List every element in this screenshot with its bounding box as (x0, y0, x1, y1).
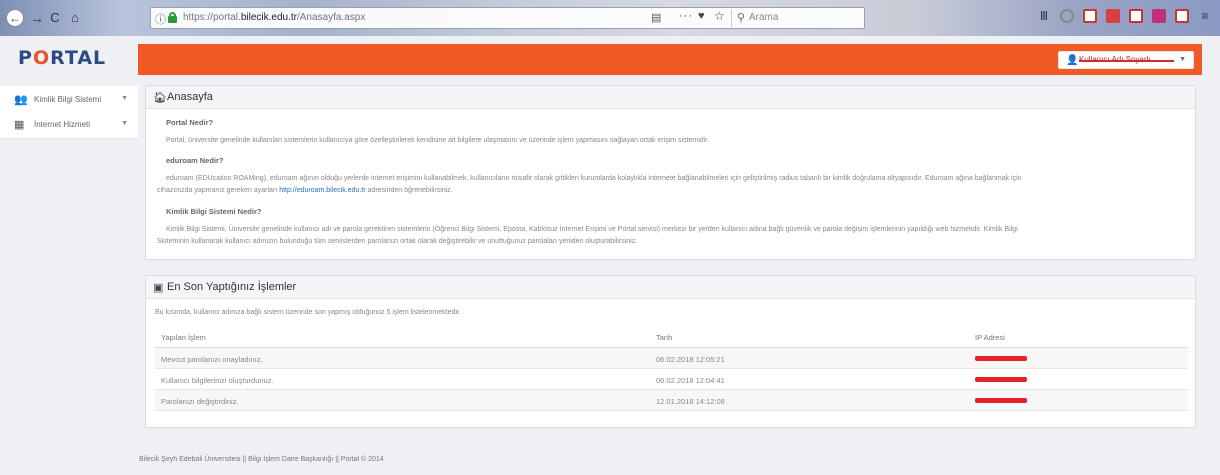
panel-description: Bu kısımda, kullanıcı adınıza bağlı sist… (155, 309, 461, 316)
bookmark-star-icon[interactable]: ☆ (714, 9, 725, 23)
chevron-down-icon: ▼ (121, 95, 128, 102)
table-row: Kullanıcı bilgilerinizi oluşturdunuz. 06… (155, 369, 1188, 390)
user-icon: 👤 (1066, 55, 1079, 66)
network-icon: ▦ (14, 119, 25, 131)
lock-icon (168, 12, 177, 23)
home-icon[interactable]: ⌂ (66, 9, 84, 27)
sync-icon[interactable] (1060, 9, 1074, 23)
column-header: Yapılan İşlem (161, 333, 206, 342)
chevron-down-icon: ▼ (1179, 56, 1186, 63)
user-name: Kullanıcı Adı Soyadı (1079, 55, 1174, 65)
user-menu-button[interactable]: 👤 Kullanıcı Adı Soyadı ▼ (1058, 51, 1194, 69)
action-cell: Parolanızı değiştirdiniz. (161, 397, 239, 406)
screenshot-icon[interactable] (1083, 9, 1097, 23)
portal-logo[interactable]: PORTAL (18, 47, 106, 69)
extension-icon[interactable] (1175, 9, 1189, 23)
chart-icon: ▣ (153, 282, 164, 294)
ip-redaction (975, 377, 1027, 382)
pocket-icon[interactable]: ♥ (698, 10, 705, 22)
forward-icon[interactable]: → (28, 9, 46, 27)
home-panel: 🏠︎ Anasayfa Portal Nedir? Portal, üniver… (145, 85, 1196, 260)
footer-text: Bilecik Şeyh Edebali Üniversitesi || Bil… (139, 456, 384, 463)
section-heading: Portal Nedir? (166, 118, 214, 127)
action-cell: Mevcut parolanızı onayladınız. (161, 355, 263, 364)
address-bar[interactable]: ⓘ https://portal.bilecik.edu.tr/Anasayfa… (150, 7, 865, 29)
extension-icon[interactable] (1129, 9, 1143, 23)
reload-icon[interactable]: C (46, 9, 64, 27)
panel-title: En Son Yaptığınız İşlemler (167, 281, 297, 293)
recent-actions-table: Yapılan İşlem Tarih IP Adresi Mevcut par… (155, 326, 1188, 411)
chevron-down-icon: ▼ (121, 120, 128, 127)
section-text: Portal, üniversite genelinde kullanılan … (166, 137, 710, 144)
users-icon: 👥 (14, 94, 28, 106)
library-icon[interactable]: Ⅲ (1037, 9, 1051, 23)
date-cell: 06.02.2018 12:05:21 (656, 355, 725, 364)
page-actions-icon[interactable]: ··· (679, 10, 693, 22)
page-title: Anasayfa (167, 91, 213, 103)
search-icon: ⚲ (737, 12, 746, 24)
back-icon[interactable]: ← (6, 9, 24, 27)
date-cell: 12.01.2018 14:12:08 (656, 397, 725, 406)
ip-redaction (975, 398, 1027, 403)
table-header: Yapılan İşlem Tarih IP Adresi (155, 326, 1188, 348)
column-header: IP Adresi (975, 333, 1005, 342)
section-text: cihazınızda yapmanız gereken ayarları ht… (157, 187, 453, 194)
url-text[interactable]: https://portal.bilecik.edu.tr/Anasayfa.a… (183, 12, 365, 23)
info-icon[interactable]: ⓘ (155, 11, 166, 27)
sidebar-item-internet-hizmeti[interactable]: ▦ İnternet Hizmeti ▼ (0, 111, 138, 139)
ip-redaction (975, 356, 1027, 361)
section-text: eduroam (EDUcation ROAMing), eduroam ağı… (166, 175, 1022, 182)
browser-toolbar: ← → C ⌂ ⓘ https://portal.bilecik.edu.tr/… (0, 0, 1220, 36)
sidebar: PORTAL 👥 Kimlik Bilgi Sistemi ▼ ▦ İntern… (0, 36, 138, 475)
menu-icon[interactable]: ≡ (1198, 9, 1212, 23)
date-cell: 06.02.2018 12:04:41 (656, 376, 725, 385)
sidebar-item-label: Kimlik Bilgi Sistemi (34, 95, 102, 104)
search-input[interactable]: Arama (749, 12, 778, 23)
table-row: Mevcut parolanızı onayladınız. 06.02.201… (155, 348, 1188, 369)
recent-actions-panel: ▣ En Son Yaptığınız İşlemler Bu kısımda,… (145, 275, 1196, 428)
section-text: Kimlik Bilgi Sistemi, Üniversite genelin… (166, 226, 1018, 233)
table-row: Parolanızı değiştirdiniz. 12.01.2018 14:… (155, 390, 1188, 411)
section-text: Sisteminin kullanarak kullanıcı adınızın… (157, 238, 638, 245)
home-icon: 🏠︎ (153, 92, 167, 104)
top-header: 👤 Kullanıcı Adı Soyadı ▼ (138, 44, 1202, 75)
eduroam-link[interactable]: http://eduroam.bilecik.edu.tr (279, 187, 365, 194)
reader-view-icon[interactable]: ▤ (651, 11, 661, 24)
sidebar-item-label: İnternet Hizmeti (34, 120, 91, 129)
extension-icon[interactable] (1106, 9, 1120, 23)
column-header: Tarih (656, 333, 673, 342)
sidebar-item-kimlik-bilgi-sistemi[interactable]: 👥 Kimlik Bilgi Sistemi ▼ (0, 86, 138, 114)
section-heading: eduroam Nedir? (166, 156, 224, 165)
action-cell: Kullanıcı bilgilerinizi oluşturdunuz. (161, 376, 274, 385)
extension-icon[interactable] (1152, 9, 1166, 23)
section-heading: Kimlik Bilgi Sistemi Nedir? (166, 207, 262, 216)
